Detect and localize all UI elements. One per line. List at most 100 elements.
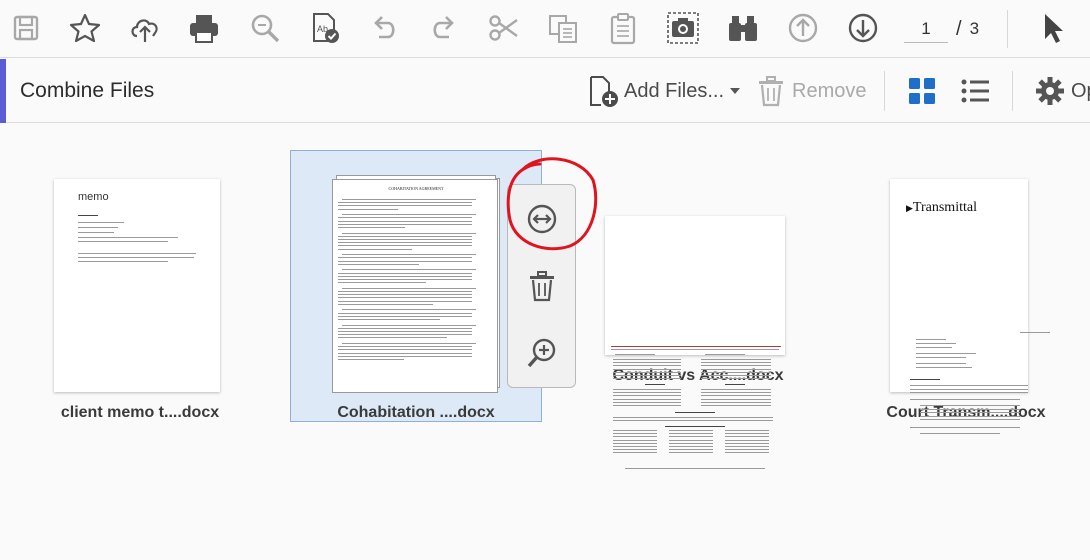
header-accent-bar bbox=[0, 59, 6, 123]
thumbnail-text-line bbox=[613, 449, 657, 451]
file-card[interactable]: ▶Transmittal Court Transm....docx bbox=[876, 164, 1076, 434]
thumbnail-text-line bbox=[701, 368, 771, 370]
thumbnail-text-line bbox=[669, 442, 713, 444]
thumbnail-text-line bbox=[613, 433, 657, 435]
find-binoculars-icon[interactable] bbox=[724, 9, 762, 47]
thumbnail-heading: memo bbox=[78, 191, 109, 203]
thumbnail-text-line bbox=[701, 359, 771, 360]
paste-icon[interactable] bbox=[604, 9, 642, 47]
file-name: Conduit vs Acc....docx bbox=[612, 367, 784, 384]
redo-icon[interactable] bbox=[425, 9, 463, 47]
page-number-input[interactable] bbox=[904, 15, 948, 43]
thumbnail-text-line bbox=[613, 430, 657, 431]
thumbnail-text-line bbox=[613, 398, 681, 400]
zoom-preview-button[interactable] bbox=[520, 331, 564, 375]
thumbnail-text-line bbox=[338, 263, 419, 265]
thumbnail-text-line bbox=[910, 379, 940, 380]
file-thumbnail: COHABITATION AGREEMENT bbox=[332, 179, 498, 393]
thumbnail-text-line bbox=[669, 449, 713, 451]
thumbnail-text-line bbox=[613, 359, 681, 360]
remove-button[interactable]: Remove bbox=[754, 72, 866, 110]
thumbnail-text-line bbox=[701, 401, 771, 403]
page-title: Combine Files bbox=[20, 79, 155, 102]
file-grid: memo client memo t....docx COHABITATION … bbox=[0, 124, 1090, 560]
thumbnail-text-line bbox=[338, 349, 472, 351]
grid-view-icon bbox=[909, 78, 935, 104]
thumbnail-text-line bbox=[615, 354, 655, 355]
select-cursor-icon[interactable] bbox=[1033, 9, 1071, 47]
page-down-icon[interactable] bbox=[844, 9, 882, 47]
add-files-button[interactable]: Add Files... bbox=[586, 72, 741, 110]
add-file-icon bbox=[590, 76, 618, 107]
chevron-down-icon[interactable] bbox=[730, 88, 741, 94]
thumbnail-text-line bbox=[701, 395, 771, 397]
zoom-search-icon[interactable] bbox=[246, 9, 284, 47]
thumbnail-text-line bbox=[613, 442, 657, 444]
thumbnail-text-line bbox=[613, 375, 681, 376]
thumbnail-text-line bbox=[916, 343, 956, 344]
thumbnail-text-line bbox=[613, 452, 657, 454]
copy-icon[interactable] bbox=[544, 9, 582, 47]
thumbnail-text-line bbox=[701, 362, 771, 364]
thumbnail-text-line bbox=[910, 385, 1028, 386]
undo-icon[interactable] bbox=[365, 9, 403, 47]
list-view-icon bbox=[961, 79, 989, 103]
thumbnail-text-line bbox=[725, 442, 769, 444]
save-icon[interactable] bbox=[7, 9, 45, 47]
thumbnail-text-line bbox=[338, 327, 472, 329]
thumbnail-text-line bbox=[910, 427, 1020, 428]
thumbnail-text-line bbox=[701, 378, 771, 380]
file-name: client memo t....docx bbox=[60, 404, 220, 421]
thumbnail-text-line bbox=[342, 309, 476, 311]
toolbar-divider bbox=[1007, 10, 1008, 48]
thumbnail-text-line bbox=[338, 275, 472, 277]
thumbnail-text-line bbox=[916, 347, 952, 348]
thumbnail-text-line bbox=[338, 312, 472, 314]
file-card[interactable]: Conduit vs Acc....docx bbox=[596, 204, 796, 414]
thumbnail-text-line bbox=[920, 419, 1020, 421]
thumbnail-text-line bbox=[669, 430, 713, 431]
add-files-label: Add Files... bbox=[624, 79, 725, 102]
print-icon[interactable] bbox=[185, 9, 223, 47]
page-up-icon[interactable] bbox=[784, 9, 822, 47]
thumbnail-text-line bbox=[338, 220, 472, 222]
thumbnail-text-line bbox=[1020, 332, 1050, 333]
page-navigation: / 3 bbox=[904, 14, 979, 44]
options-button[interactable]: Op bbox=[1033, 72, 1090, 110]
delete-file-button[interactable] bbox=[520, 264, 564, 308]
thumbnail-text-line bbox=[338, 279, 472, 280]
thumbnail-text-line bbox=[920, 408, 1020, 410]
thumbnail-text-line bbox=[920, 415, 1020, 417]
thumbnail-text-line bbox=[338, 205, 472, 207]
thumbnail-text-line bbox=[342, 199, 476, 200]
thumbnail-text-line bbox=[701, 365, 771, 367]
snapshot-icon[interactable] bbox=[664, 9, 702, 47]
thumbnail-text-line bbox=[338, 359, 404, 360]
thumbnail-text-line bbox=[725, 430, 769, 431]
thumbnail-text-line bbox=[613, 395, 681, 397]
thumbnail-text-line bbox=[342, 269, 476, 271]
thumbnail-text-line bbox=[613, 405, 681, 406]
thumbnail-text-line bbox=[613, 362, 681, 364]
thumbnail-text-line bbox=[613, 417, 773, 418]
bookmark-star-icon[interactable] bbox=[66, 9, 104, 47]
thumbnail-text-line bbox=[338, 208, 398, 210]
thumbnail-text-line bbox=[920, 405, 1020, 406]
file-card[interactable]: memo client memo t....docx bbox=[40, 164, 240, 434]
thumbnail-text-line bbox=[725, 449, 769, 451]
thumbnail-text-line bbox=[338, 352, 472, 354]
list-view-button[interactable] bbox=[958, 72, 996, 110]
thumbnail-text-line bbox=[338, 223, 472, 225]
grid-view-button[interactable] bbox=[905, 72, 943, 110]
thumbnail-text-line bbox=[338, 235, 472, 237]
thumbnail-text-line bbox=[342, 287, 476, 289]
thumbnail-text-line bbox=[338, 315, 472, 317]
cloud-upload-icon[interactable] bbox=[126, 9, 164, 47]
combine-files-header: Combine Files Add Files... Remove Op bbox=[0, 59, 1090, 123]
spellcheck-icon[interactable]: Ab bbox=[306, 9, 344, 47]
thumbnail-text-line bbox=[669, 446, 713, 447]
thumbnail-text-line bbox=[338, 227, 405, 228]
cut-icon[interactable] bbox=[485, 9, 523, 47]
zoom-in-icon bbox=[527, 338, 556, 368]
thumbnail-text-line bbox=[701, 371, 771, 373]
